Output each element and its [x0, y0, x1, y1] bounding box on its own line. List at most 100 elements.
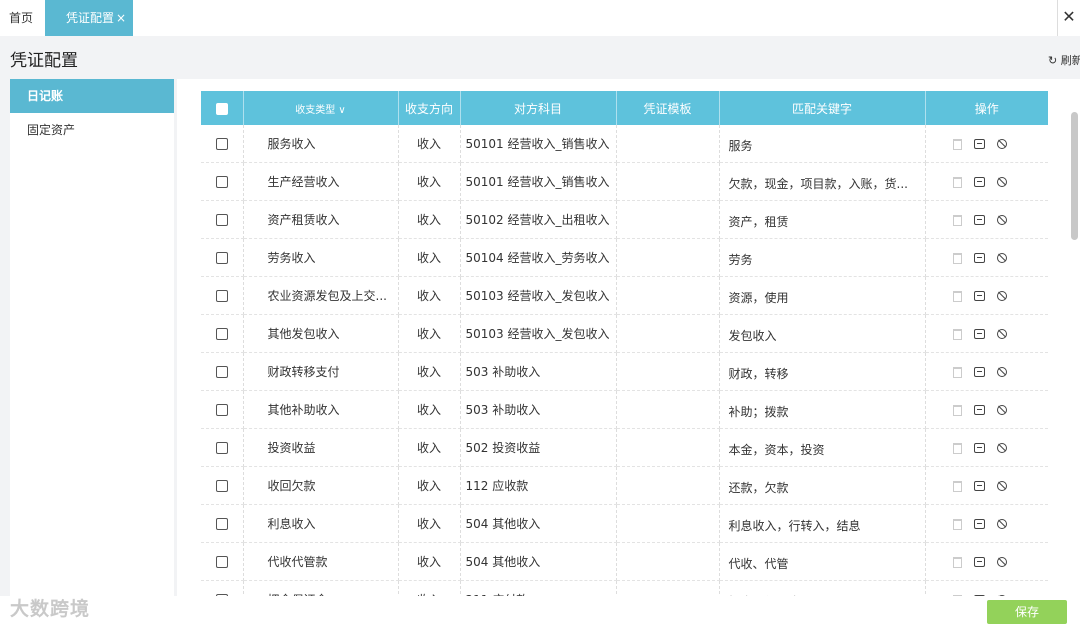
disable-icon[interactable] [996, 291, 1007, 301]
edit-icon[interactable] [973, 519, 985, 529]
row-checkbox[interactable] [215, 518, 228, 530]
cell-account: 503 补助收入 [460, 352, 617, 391]
cell-type: 代收代管款 [243, 542, 399, 581]
nav-item-fixed-assets[interactable]: 固定资产 [10, 113, 174, 147]
cell-template [616, 125, 720, 163]
delete-icon[interactable] [952, 328, 962, 340]
edit-icon[interactable] [973, 405, 985, 415]
row-select-cell [201, 390, 244, 429]
header-type[interactable]: 收支类型 ∨ [243, 91, 399, 125]
cell-type: 收回欠款 [243, 466, 399, 505]
cell-ops [925, 390, 1048, 429]
edit-icon[interactable] [973, 139, 985, 149]
disable-icon[interactable] [996, 367, 1007, 377]
disable-icon[interactable] [996, 329, 1007, 339]
table-row[interactable]: 服务收入 收入 50101 经营收入_销售收入 服务 [201, 125, 1048, 163]
cell-direction: 收入 [398, 162, 461, 201]
row-checkbox[interactable] [215, 176, 228, 188]
tab-voucher-config[interactable]: 凭证配置 × [45, 0, 133, 36]
delete-icon[interactable] [952, 214, 962, 226]
table-row[interactable]: 投资收益 收入 502 投资收益 本金，资本，投资 [201, 428, 1048, 467]
edit-icon[interactable] [973, 367, 985, 377]
edit-icon[interactable] [973, 557, 985, 567]
table-row[interactable]: 其他补助收入 收入 503 补助收入 补助；拨款 [201, 390, 1048, 429]
row-checkbox[interactable] [215, 556, 228, 568]
edit-icon[interactable] [973, 177, 985, 187]
cell-ops [925, 162, 1048, 201]
delete-icon[interactable] [952, 138, 962, 150]
row-checkbox[interactable] [215, 366, 228, 378]
table-row[interactable]: 收回欠款 收入 112 应收款 还款，欠款 [201, 466, 1048, 505]
disable-icon[interactable] [996, 443, 1007, 453]
delete-icon[interactable] [952, 404, 962, 416]
disable-icon[interactable] [996, 519, 1007, 529]
delete-icon[interactable] [952, 442, 962, 454]
cell-account: 112 应收款 [460, 466, 617, 505]
disable-icon[interactable] [996, 139, 1007, 149]
table-row[interactable]: 生产经营收入 收入 50101 经营收入_销售收入 欠款，现金，项目款，入账，货... [201, 162, 1048, 201]
row-checkbox[interactable] [215, 480, 228, 492]
edit-icon[interactable] [973, 443, 985, 453]
disable-icon[interactable] [996, 405, 1007, 415]
table-row[interactable]: 其他发包收入 收入 50103 经营收入_发包收入 发包收入 [201, 314, 1048, 353]
delete-icon[interactable] [952, 176, 962, 188]
edit-icon[interactable] [973, 291, 985, 301]
edit-icon[interactable] [973, 329, 985, 339]
cell-account: 504 其他收入 [460, 542, 617, 581]
delete-icon[interactable] [952, 366, 962, 378]
delete-icon[interactable] [952, 252, 962, 264]
row-checkbox[interactable] [215, 252, 228, 264]
edit-icon[interactable] [973, 481, 985, 491]
row-checkbox[interactable] [215, 138, 228, 150]
disable-icon[interactable] [996, 481, 1007, 491]
cell-type: 劳务收入 [243, 238, 399, 277]
table-row[interactable]: 代收代管款 收入 504 其他收入 代收、代管 [201, 542, 1048, 581]
cell-account: 50102 经营收入_出租收入 [460, 200, 617, 239]
select-all-checkbox[interactable] [215, 102, 228, 115]
cell-keywords: 发包收入 [719, 314, 926, 353]
select-all-cell [201, 91, 244, 125]
delete-icon[interactable] [952, 290, 962, 302]
cell-keywords: 劳务 [719, 238, 926, 277]
table-row[interactable]: 劳务收入 收入 50104 经营收入_劳务收入 劳务 [201, 238, 1048, 277]
row-select-cell [201, 238, 244, 277]
row-select-cell [201, 162, 244, 201]
disable-icon[interactable] [996, 253, 1007, 263]
delete-icon[interactable] [952, 556, 962, 568]
refresh-label: 刷新 [1060, 54, 1080, 67]
disable-icon[interactable] [996, 215, 1007, 225]
table-row[interactable]: 利息收入 收入 504 其他收入 利息收入，行转入，结息 [201, 504, 1048, 543]
scrollbar[interactable] [1071, 112, 1078, 240]
cell-ops [925, 504, 1048, 543]
table-row[interactable]: 财政转移支付 收入 503 补助收入 财政，转移 [201, 352, 1048, 391]
row-checkbox[interactable] [215, 328, 228, 340]
close-tab-icon[interactable]: × [116, 0, 126, 36]
disable-icon[interactable] [996, 177, 1007, 187]
row-checkbox[interactable] [215, 214, 228, 226]
cell-keywords: 资产，租赁 [719, 200, 926, 239]
watermark: 大数跨境 [10, 598, 91, 620]
cell-direction: 收入 [398, 466, 461, 505]
cell-keywords: 还款，欠款 [719, 466, 926, 505]
cell-ops [925, 200, 1048, 239]
nav-item-journal[interactable]: 日记账 [10, 79, 174, 113]
row-checkbox[interactable] [215, 442, 228, 454]
save-button[interactable]: 保存 [987, 600, 1067, 624]
delete-icon[interactable] [952, 480, 962, 492]
delete-icon[interactable] [952, 518, 962, 530]
cell-account: 502 投资收益 [460, 428, 617, 467]
tab-home[interactable]: 首页 [0, 0, 42, 36]
table-row[interactable]: 农业资源发包及上交... 收入 50103 经营收入_发包收入 资源，使用 [201, 276, 1048, 315]
chevron-down-icon[interactable]: ∨ [338, 105, 345, 116]
voucher-config-table: 收支类型 ∨ 收支方向 对方科目 凭证模板 匹配关键字 操作 服务收入 收入 501… [201, 91, 1048, 599]
edit-icon[interactable] [973, 215, 985, 225]
disable-icon[interactable] [996, 557, 1007, 567]
edit-icon[interactable] [973, 253, 985, 263]
cell-template [616, 200, 720, 239]
cell-type: 其他补助收入 [243, 390, 399, 429]
close-icon[interactable]: ✕ [1057, 0, 1080, 36]
refresh-button[interactable]: ↻ 刷新 [1048, 52, 1080, 68]
row-checkbox[interactable] [215, 404, 228, 416]
row-checkbox[interactable] [215, 290, 228, 302]
table-row[interactable]: 资产租赁收入 收入 50102 经营收入_出租收入 资产，租赁 [201, 200, 1048, 239]
